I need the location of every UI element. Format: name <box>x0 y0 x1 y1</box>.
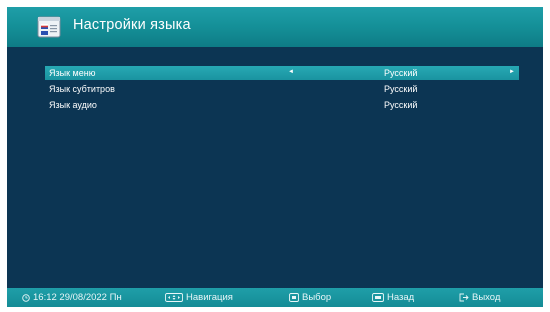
menu-item-menu-language[interactable]: Язык меню ◄ Русский ► <box>45 66 519 80</box>
footer-exit-label: Выход <box>472 292 501 303</box>
arrow-right-icon[interactable]: ► <box>509 69 515 75</box>
navigation-keys-icon <box>165 293 183 302</box>
page-title: Настройки языка <box>73 17 191 33</box>
footer-select-hint: Выбор <box>289 292 331 303</box>
menu-item-label: Язык меню <box>49 68 96 78</box>
language-settings-icon <box>37 16 61 38</box>
footer-bar: 16:12 29/08/2022 Пн Навигация Выбор Наза… <box>7 288 543 307</box>
menu-item-value: Русский <box>384 84 418 94</box>
footer-date: 29/08/2022 <box>59 292 107 303</box>
menu-item-audio-language[interactable]: Язык аудио Русский <box>45 98 519 112</box>
footer-clock: 16:12 29/08/2022 Пн <box>22 292 122 303</box>
arrow-left-icon[interactable]: ◄ <box>288 69 294 75</box>
tv-screen: Настройки языка Язык меню ◄ Русский ► Яз… <box>7 7 543 307</box>
menu-item-value: Русский <box>384 68 418 78</box>
footer-back-hint: Назад <box>372 292 414 303</box>
exit-icon <box>459 293 469 302</box>
footer-navigation-label: Навигация <box>186 292 233 303</box>
menu-item-value: Русский <box>384 100 418 110</box>
footer-navigation-hint: Навигация <box>165 292 233 303</box>
menu-item-label: Язык аудио <box>49 100 97 110</box>
footer-select-label: Выбор <box>302 292 332 303</box>
back-key-icon <box>372 293 384 302</box>
clock-icon <box>22 293 30 302</box>
ok-key-icon <box>289 293 299 302</box>
footer-time: 16:12 <box>33 292 57 303</box>
footer-exit-hint: Выход <box>459 292 500 303</box>
menu-item-subtitle-language[interactable]: Язык субтитров Русский <box>45 82 519 96</box>
footer-weekday: Пн <box>109 292 122 303</box>
menu-item-label: Язык субтитров <box>49 84 115 94</box>
footer-back-label: Назад <box>387 292 415 303</box>
header-bar: Настройки языка <box>7 7 543 47</box>
